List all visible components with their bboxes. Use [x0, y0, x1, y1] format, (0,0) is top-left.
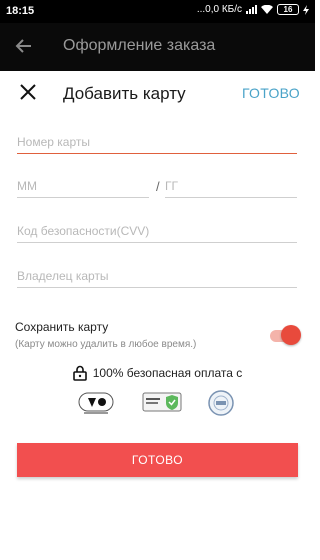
security-badges [0, 389, 315, 419]
date-separator: / [156, 179, 160, 194]
ssl-secure-badge [142, 389, 182, 417]
app-bar-title: Оформление заказа [63, 37, 216, 54]
status-icons: ...0,0 КБ/с 16 [197, 4, 309, 15]
secure-payment-text: 100% безопасная оплата с [92, 366, 243, 380]
arrow-back-icon[interactable] [14, 36, 34, 56]
card-number-input[interactable] [17, 135, 297, 154]
save-card-hint: (Карту можно удалить в любое время.) [15, 339, 197, 350]
app-bar: Оформление заказа [0, 23, 315, 71]
close-icon[interactable] [19, 83, 37, 101]
save-card-toggle[interactable] [268, 325, 301, 345]
lock-icon [72, 365, 87, 381]
wifi-icon [261, 4, 273, 14]
sheet-title: Добавить карту [63, 84, 186, 103]
submit-button[interactable]: ГОТОВО [17, 443, 298, 477]
battery-icon: 16 [277, 4, 299, 15]
done-link[interactable]: ГОТОВО [242, 85, 300, 101]
sheet-header: Добавить карту ГОТОВО [0, 71, 315, 115]
signal-icon [246, 5, 257, 14]
cvv-input[interactable] [17, 224, 297, 243]
status-bar: 18:15 ...0,0 КБ/с 16 [0, 0, 315, 23]
status-time: 18:15 [6, 5, 35, 17]
pci-dss-badge [78, 389, 114, 417]
month-input[interactable] [17, 179, 149, 198]
secure-payment-row: 100% безопасная оплата с [0, 365, 315, 381]
card-holder-input[interactable] [17, 269, 297, 288]
network-speed: ...0,0 КБ/с [196, 4, 242, 15]
battery-level: 16 [283, 5, 293, 14]
add-card-sheet: Добавить карту ГОТОВО / Сохранить карту … [0, 71, 315, 560]
save-card-label: Сохранить карту [15, 320, 109, 334]
iso-certified-badge [207, 389, 235, 417]
charging-icon [303, 4, 309, 15]
year-input[interactable] [165, 179, 297, 198]
toggle-thumb [281, 325, 301, 345]
